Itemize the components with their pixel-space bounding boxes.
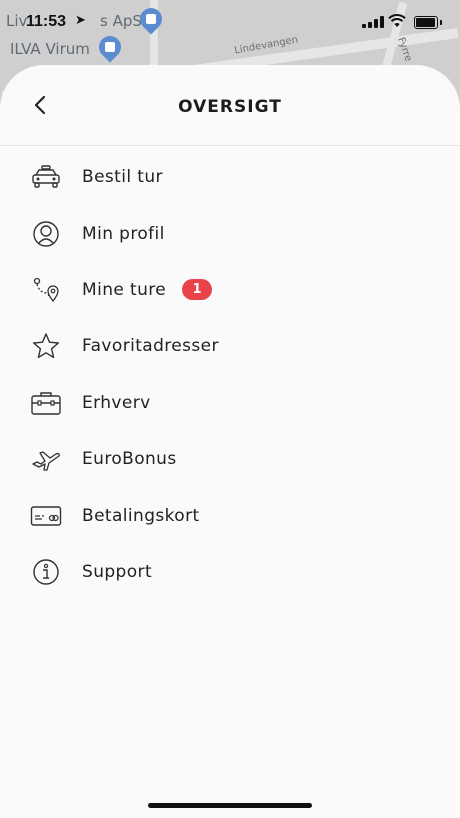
menu-item-bestil-tur[interactable]: Bestil tur bbox=[0, 149, 460, 205]
briefcase-icon bbox=[30, 387, 62, 419]
overview-sheet: OVERSIGT Bestil tur Min profil Mine ture… bbox=[0, 65, 460, 818]
menu-item-erhverv[interactable]: Erhverv bbox=[0, 375, 460, 431]
taxi-icon bbox=[30, 161, 62, 193]
menu-item-betalingskort[interactable]: Betalingskort bbox=[0, 487, 460, 543]
status-time: 11:53 bbox=[26, 13, 67, 30]
menu-item-eurobonus[interactable]: EuroBonus bbox=[0, 431, 460, 487]
battery-icon bbox=[414, 16, 442, 29]
menu-item-label: Mine ture bbox=[82, 279, 167, 300]
cellular-signal-icon bbox=[362, 16, 384, 28]
sheet-header: OVERSIGT bbox=[0, 65, 460, 146]
route-icon bbox=[30, 274, 62, 306]
menu-item-favoritadresser[interactable]: Favoritadresser bbox=[0, 318, 460, 374]
menu-item-mine-ture[interactable]: Mine ture 1 bbox=[0, 262, 460, 318]
overview-menu: Bestil tur Min profil Mine ture 1 Favori… bbox=[0, 149, 460, 600]
airplane-icon bbox=[30, 443, 62, 475]
menu-item-label: Min profil bbox=[82, 223, 165, 244]
notification-badge: 1 bbox=[182, 279, 212, 301]
page-title: OVERSIGT bbox=[178, 97, 282, 117]
menu-item-label: Support bbox=[82, 561, 153, 582]
card-icon bbox=[30, 500, 62, 532]
menu-item-label: Favoritadresser bbox=[82, 336, 219, 357]
menu-item-min-profil[interactable]: Min profil bbox=[0, 205, 460, 261]
star-icon bbox=[30, 330, 62, 362]
location-arrow-icon: ➤ bbox=[75, 13, 86, 28]
home-indicator[interactable] bbox=[148, 803, 312, 808]
status-bar: 11:53 ➤ bbox=[0, 0, 460, 44]
menu-item-label: Erhverv bbox=[82, 392, 151, 413]
menu-item-label: Betalingskort bbox=[82, 505, 200, 526]
menu-item-label: Bestil tur bbox=[82, 167, 163, 188]
user-icon bbox=[30, 218, 62, 250]
info-icon bbox=[30, 556, 62, 588]
menu-item-support[interactable]: Support bbox=[0, 544, 460, 600]
menu-item-label: EuroBonus bbox=[82, 449, 177, 470]
wifi-icon bbox=[388, 14, 406, 27]
